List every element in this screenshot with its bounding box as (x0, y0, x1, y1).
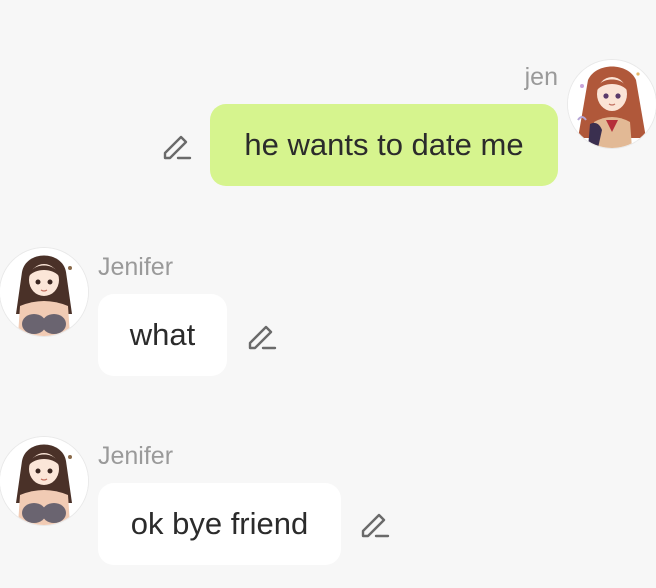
edit-message-button[interactable] (160, 128, 194, 162)
avatar[interactable] (568, 60, 656, 148)
message-text: he wants to date me (244, 127, 524, 162)
anime-girl-brown-hair-avatar-icon (0, 248, 88, 336)
message-bubble[interactable]: what (98, 294, 227, 376)
sender-name: Jenifer (98, 442, 174, 470)
chat-message-list: jen he wants to date me Jenifer what Jen… (0, 0, 656, 588)
message-bubble[interactable]: ok bye friend (98, 483, 341, 565)
edit-message-button[interactable] (358, 506, 392, 540)
edit-message-button[interactable] (245, 318, 279, 352)
sender-name: Jenifer (98, 253, 174, 281)
anime-girl-red-hair-avatar-icon (568, 60, 656, 148)
sender-name: jen (524, 63, 558, 91)
message-text: what (129, 317, 196, 352)
pencil-edit-icon (361, 513, 390, 538)
pencil-edit-icon (163, 135, 192, 160)
message-text: ok bye friend (130, 506, 309, 541)
avatar[interactable] (0, 248, 88, 336)
anime-girl-brown-hair-avatar-icon (0, 437, 88, 525)
message-bubble[interactable]: he wants to date me (210, 104, 558, 186)
avatar[interactable] (0, 437, 88, 525)
pencil-edit-icon (248, 325, 277, 350)
